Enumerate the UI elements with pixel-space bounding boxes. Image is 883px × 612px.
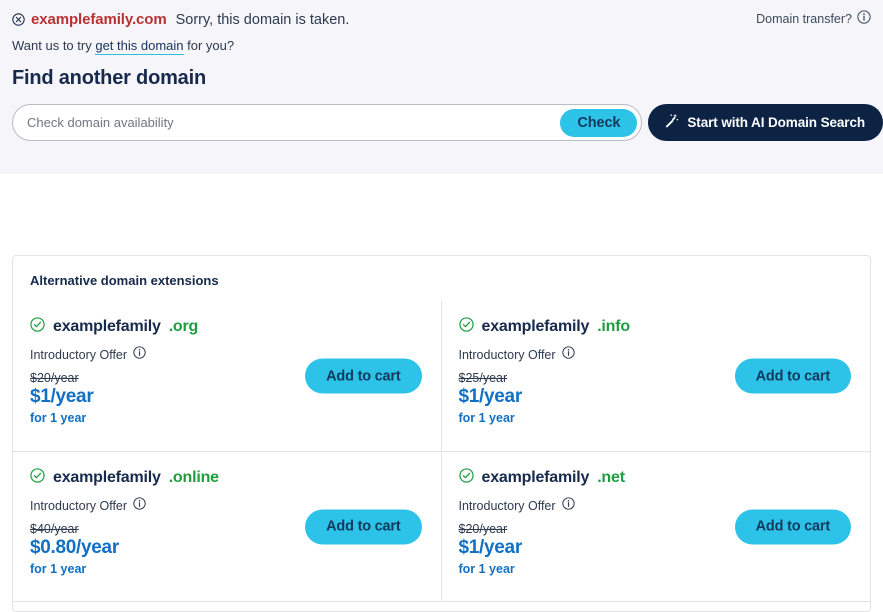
add-to-cart-button[interactable]: Add to cart [305, 359, 421, 394]
offer-label: Introductory Offer [459, 348, 556, 362]
info-icon[interactable] [857, 10, 871, 27]
domain-card: examplefamily.net Introductory Offer $20… [442, 451, 871, 601]
page-title: Find another domain [0, 53, 883, 90]
alternative-extensions-title: Alternative domain extensions [13, 256, 870, 301]
get-this-domain-link[interactable]: get this domain [95, 38, 183, 55]
taken-message: Sorry, this domain is taken. [176, 12, 350, 28]
info-icon[interactable] [562, 497, 575, 515]
domain-sld: examplefamily [482, 469, 590, 487]
domain-transfer-label: Domain transfer? [756, 12, 852, 26]
try-prefix-text: Want us to try [12, 38, 92, 53]
taken-domain-name: examplefamily.com [31, 11, 167, 28]
domain-card: examplefamily.org Introductory Offer $20… [13, 301, 442, 451]
price-term: for 1 year [459, 562, 854, 576]
try-domain-row: Want us to try get this domain for you? [0, 28, 883, 53]
check-circle-icon [459, 317, 474, 337]
check-circle-icon [30, 468, 45, 488]
offer-label: Introductory Offer [30, 348, 127, 362]
info-icon[interactable] [562, 346, 575, 364]
add-to-cart-button[interactable]: Add to cart [735, 509, 851, 544]
add-to-cart-button[interactable]: Add to cart [305, 509, 421, 544]
ai-domain-search-label: Start with AI Domain Search [687, 115, 865, 130]
offer-label: Introductory Offer [30, 499, 127, 513]
info-icon[interactable] [133, 346, 146, 364]
price-term: for 1 year [30, 411, 424, 425]
price-term: for 1 year [30, 562, 424, 576]
domain-tld: .net [597, 469, 625, 487]
offer-label: Introductory Offer [459, 499, 556, 513]
price-term: for 1 year [459, 411, 854, 425]
next-row-divider [13, 601, 870, 611]
search-input[interactable] [13, 105, 641, 140]
alternative-extensions-panel: Alternative domain extensions examplefam… [12, 255, 871, 612]
magic-wand-icon [663, 113, 679, 132]
domain-card: examplefamily.info Introductory Offer $2… [442, 301, 871, 451]
domain-name-row: examplefamily .org [30, 317, 424, 337]
x-circle-icon [12, 13, 25, 26]
domain-name-row: examplefamily .net [459, 468, 854, 488]
domain-sld: examplefamily [53, 318, 161, 336]
info-icon[interactable] [133, 497, 146, 515]
domain-name-row: examplefamily .online [30, 468, 424, 488]
alternative-domains-grid: examplefamily.org Introductory Offer $20… [13, 301, 870, 601]
domain-taken-row: examplefamily.com Sorry, this domain is … [0, 0, 883, 28]
domain-tld: .online [169, 469, 219, 487]
check-button[interactable]: Check [560, 109, 637, 137]
domain-card: examplefamily.online Introductory Offer … [13, 451, 442, 601]
domain-name-row: examplefamily .info [459, 317, 854, 337]
domain-tld: .info [597, 318, 630, 336]
domain-search-row: Check Start with AI Domain Search [0, 90, 883, 141]
domain-transfer-link[interactable]: Domain transfer? [756, 10, 871, 27]
check-circle-icon [30, 317, 45, 337]
domain-tld: .org [169, 318, 198, 336]
domain-sld: examplefamily [482, 318, 590, 336]
check-circle-icon [459, 468, 474, 488]
try-suffix-text: for you? [187, 38, 234, 53]
domain-sld: examplefamily [53, 469, 161, 487]
search-box[interactable]: Check [12, 104, 642, 141]
add-to-cart-button[interactable]: Add to cart [735, 359, 851, 394]
domain-status-banner: examplefamily.com Sorry, this domain is … [0, 0, 883, 174]
ai-domain-search-button[interactable]: Start with AI Domain Search [648, 104, 883, 141]
